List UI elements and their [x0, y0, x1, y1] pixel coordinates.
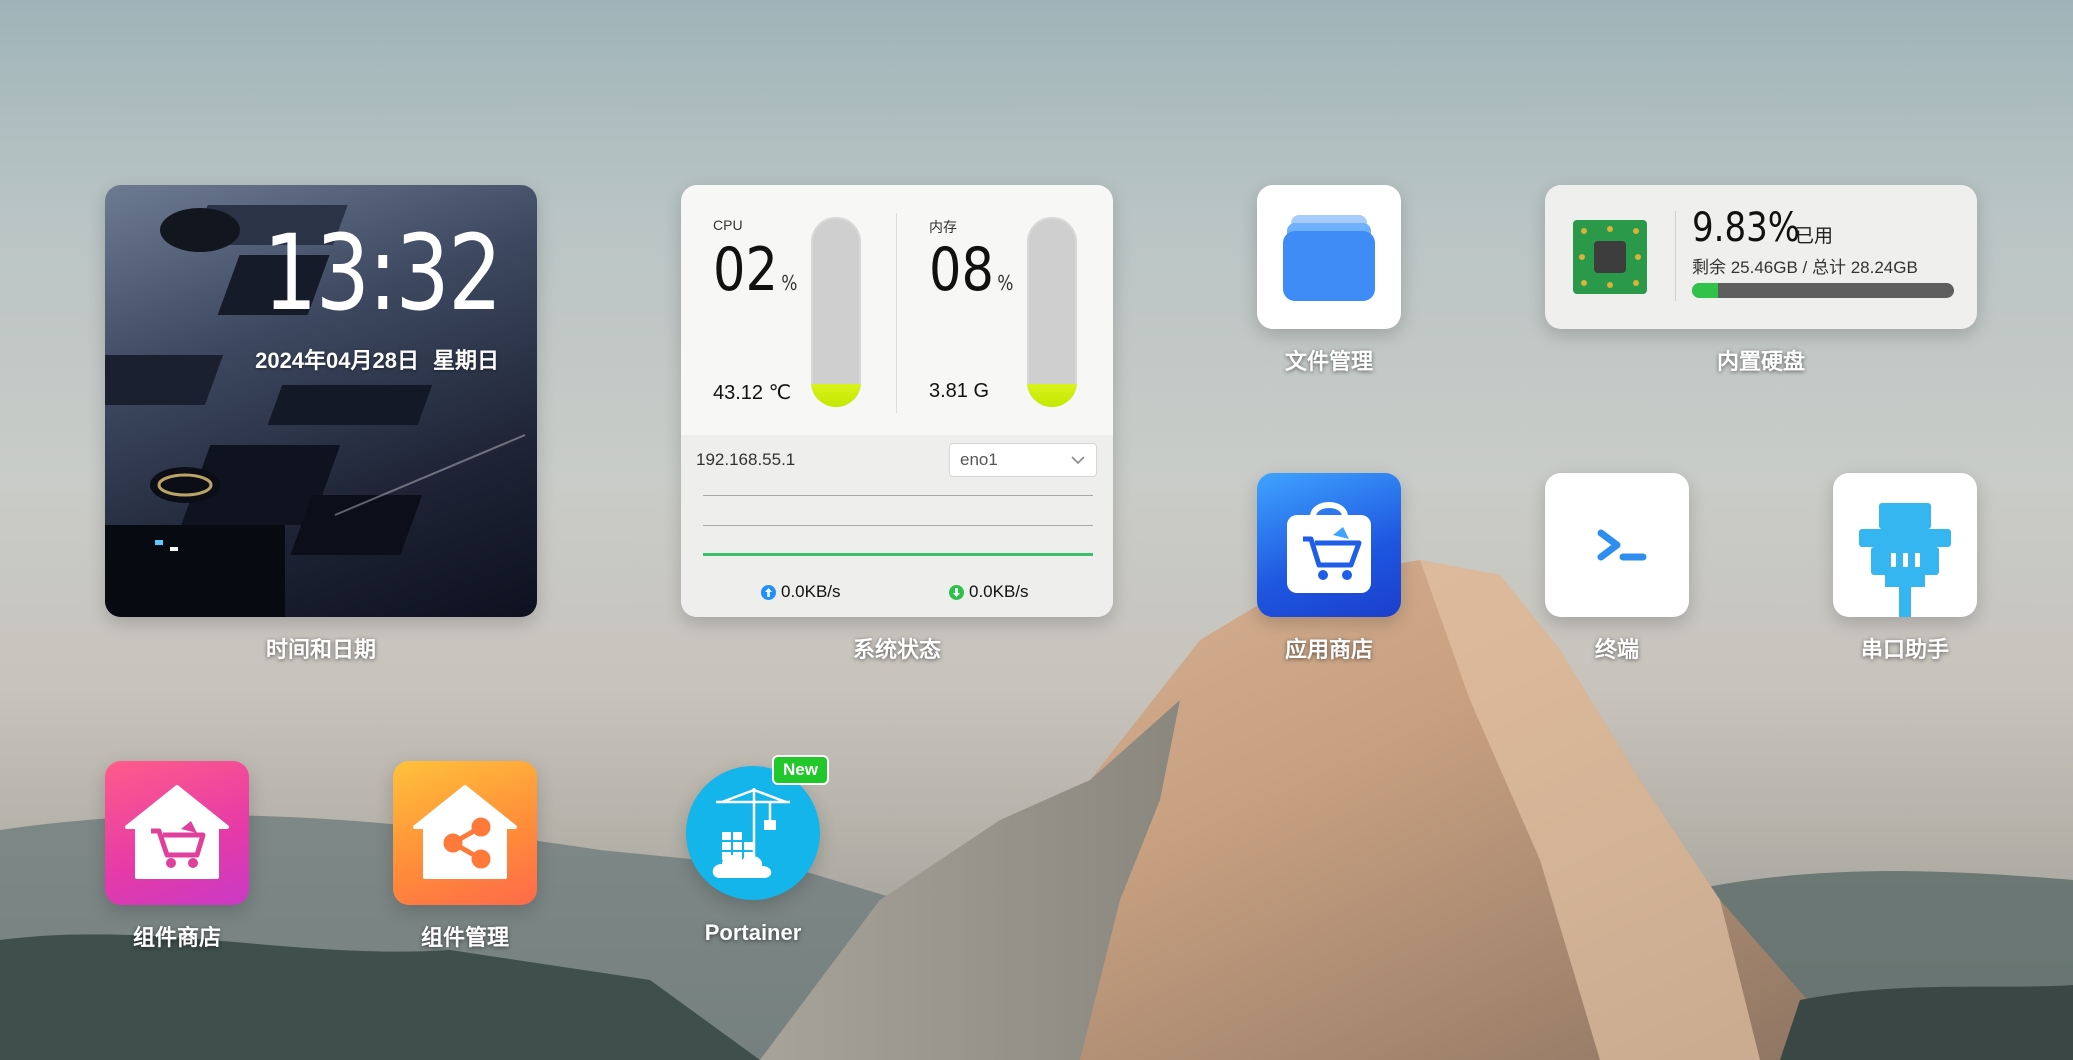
disk-usage-fill: [1692, 283, 1718, 298]
disk-divider: [1675, 211, 1676, 301]
clock-date: 2024年04月28日: [255, 348, 419, 373]
disk-capacity-info: 剩余 25.46GB / 总计 28.24GB: [1692, 258, 1918, 277]
house-cart-icon: [125, 785, 229, 879]
clock-widget[interactable]: 13:32 2024年04月28日 星期日: [105, 185, 537, 617]
traffic-line: [703, 553, 1093, 556]
cpu-gauge: CPU 02% 43.12 ℃: [681, 185, 897, 435]
ip-address: 192.168.55.1: [696, 450, 796, 469]
serial-assistant-label: 串口助手: [1860, 637, 1950, 662]
cpu-value: 02%: [713, 235, 798, 305]
shopping-bag-icon: [1287, 502, 1371, 593]
system-status-widget[interactable]: CPU 02% 43.12 ℃ 内存 08% 3.81 G 192.168.55…: [681, 185, 1113, 617]
cpu-temperature: 43.12 ℃: [713, 382, 792, 404]
widget-store-app[interactable]: [105, 761, 249, 905]
internal-disk-widget[interactable]: 9.83% 已用 剩余 25.46GB / 总计 28.24GB: [1545, 185, 1977, 329]
widget-manager-app[interactable]: [393, 761, 537, 905]
terminal-icon: [1597, 529, 1647, 561]
clock-weekday: 星期日: [432, 348, 499, 373]
portainer-crane-icon: [712, 788, 790, 878]
clock-time: 13:32: [263, 212, 502, 334]
cpu-level-tube: [811, 217, 861, 407]
widget-manager-label: 组件管理: [420, 925, 510, 950]
new-badge: New: [772, 755, 829, 785]
disk-usage-bar: [1692, 283, 1954, 298]
download-speed-value: 0.0KB/s: [969, 582, 1029, 601]
upload-speed-value: 0.0KB/s: [781, 582, 841, 601]
download-speed: 0.0KB/s: [949, 582, 1029, 602]
app-store-app[interactable]: [1257, 473, 1401, 617]
portainer-label: Portainer: [704, 920, 802, 945]
memory-level-fill: [1027, 384, 1077, 407]
folder-icon: [1283, 215, 1375, 301]
network-panel: 192.168.55.1 eno1 0.0KB/s 0.0KB/s: [681, 435, 1113, 617]
memory-total: 3.81 G: [929, 380, 990, 402]
interface-select[interactable]: eno1: [949, 443, 1097, 477]
cpu-label: CPU: [713, 217, 743, 233]
disk-used-label: 已用: [1795, 226, 1834, 247]
system-status-label: 系统状态: [852, 637, 942, 662]
terminal-app[interactable]: [1545, 473, 1689, 617]
memory-value: 08%: [929, 235, 1014, 305]
terminal-label: 终端: [1594, 637, 1640, 662]
serial-assistant-app[interactable]: [1833, 473, 1977, 617]
internal-disk-label: 内置硬盘: [1716, 349, 1806, 374]
file-manager-app[interactable]: [1257, 185, 1401, 329]
house-share-icon: [413, 785, 517, 879]
download-arrow-icon: [949, 584, 964, 600]
clock-date-row: 2024年04月28日 星期日: [255, 343, 499, 375]
memory-level-tube: [1027, 217, 1077, 407]
clock-widget-label: 时间和日期: [265, 637, 377, 662]
memory-label: 内存: [929, 219, 957, 235]
disk-used-percent: 9.83%: [1692, 205, 1801, 251]
serial-port-icon: [1859, 503, 1951, 617]
memory-gauge: 内存 08% 3.81 G: [897, 185, 1113, 435]
upload-arrow-icon: [761, 584, 776, 600]
app-store-label: 应用商店: [1284, 637, 1374, 662]
file-manager-label: 文件管理: [1284, 349, 1374, 374]
traffic-gridline: [703, 495, 1093, 496]
interface-value: eno1: [960, 450, 998, 469]
upload-speed: 0.0KB/s: [761, 582, 841, 602]
portainer-app[interactable]: [686, 766, 820, 900]
chip-icon: [1573, 220, 1647, 294]
cpu-level-fill: [811, 384, 861, 407]
traffic-gridline: [703, 525, 1093, 526]
chevron-down-icon: [1071, 456, 1085, 465]
widget-store-label: 组件商店: [132, 925, 222, 950]
